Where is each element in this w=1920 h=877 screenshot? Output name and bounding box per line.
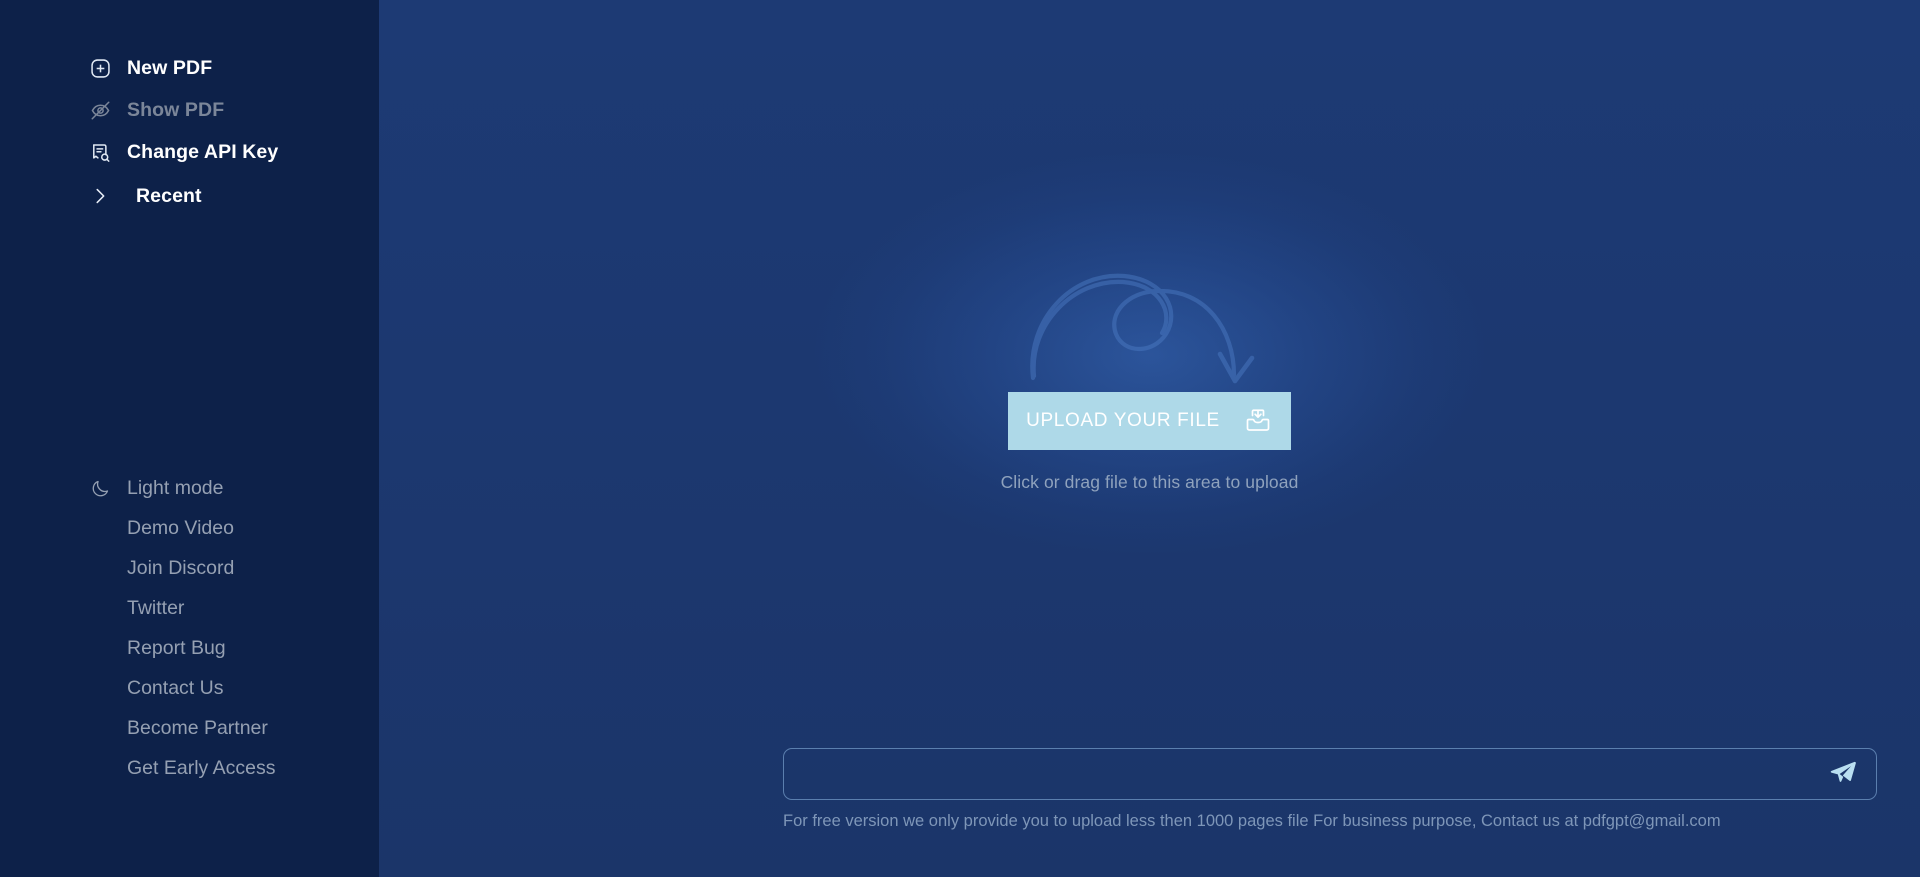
sidebar-item-contact-us[interactable]: Contact Us [0,668,379,708]
dropzone-glow [699,45,1600,665]
sidebar-item-label: New PDF [127,56,213,79]
sidebar-item-label: Report Bug [127,636,226,659]
sidebar-item-twitter[interactable]: Twitter [0,588,379,628]
chevron-right-icon[interactable] [86,185,114,207]
main-content: UPLOAD YOUR FILE Click or drag file to t… [379,0,1920,877]
dropzone-hint-text: Click or drag file to this area to uploa… [1000,472,1299,492]
sidebar-item-report-bug[interactable]: Report Bug [0,628,379,668]
sidebar-item-label: Contact Us [127,676,224,699]
sidebar-item-show-pdf[interactable]: Show PDF [0,90,379,130]
upload-your-file-button[interactable]: UPLOAD YOUR FILE [1008,392,1291,450]
sidebar-item-label: Change API Key [127,140,279,163]
file-dropzone[interactable]: UPLOAD YOUR FILE Click or drag file to t… [379,0,1920,735]
sidebar-item-label: Join Discord [127,556,235,579]
sidebar-primary-nav: New PDF Show PDF Change API Key Recent [0,0,379,216]
sidebar-item-label: Become Partner [127,716,268,739]
send-button[interactable] [1823,754,1863,794]
inbox-download-icon [1243,405,1273,438]
document-search-icon [86,141,114,164]
dropzone-inner: UPLOAD YOUR FILE Click or drag file to t… [1001,392,1299,493]
sidebar-item-new-pdf[interactable]: New PDF [0,48,379,88]
sidebar-item-label: Get Early Access [127,756,276,779]
sidebar-item-get-early-access[interactable]: Get Early Access [0,748,379,788]
sidebar-item-recent[interactable]: Recent [0,176,379,216]
sidebar-item-label: Recent [136,184,202,207]
sidebar-item-demo-video[interactable]: Demo Video [0,508,379,548]
sidebar-item-change-api-key[interactable]: Change API Key [0,132,379,172]
plus-square-icon [86,57,114,80]
chat-input[interactable] [783,748,1877,800]
sidebar-item-join-discord[interactable]: Join Discord [0,548,379,588]
sidebar-item-label: Twitter [127,596,185,619]
sidebar-item-become-partner[interactable]: Become Partner [0,708,379,748]
moon-icon [86,478,114,499]
sidebar-item-label: Demo Video [127,516,234,539]
sidebar-item-label: Show PDF [127,98,225,121]
app-root: New PDF Show PDF Change API Key Recent L… [0,0,1920,877]
sidebar-item-label: Light mode [127,476,224,499]
footer-note: For free version we only provide you to … [783,812,1721,830]
send-paper-plane-icon [1828,758,1858,791]
upload-button-label: UPLOAD YOUR FILE [1026,410,1220,431]
chat-composer [783,748,1877,800]
sidebar: New PDF Show PDF Change API Key Recent L… [0,0,379,877]
eye-off-icon [86,99,114,122]
sidebar-secondary-nav: Light mode Demo Video Join Discord Twitt… [0,468,379,788]
sidebar-item-light-mode[interactable]: Light mode [0,468,379,508]
